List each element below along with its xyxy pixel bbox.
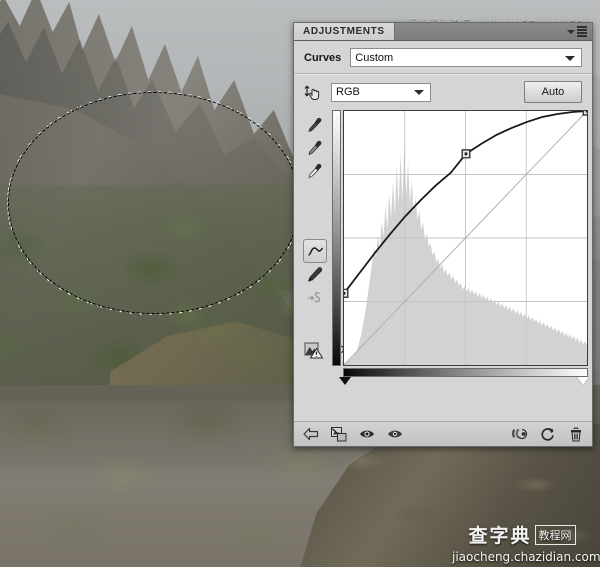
white-point-slider[interactable] bbox=[577, 377, 589, 385]
panel-titlebar: ADJUSTMENTS bbox=[294, 23, 592, 41]
input-gradient-strip bbox=[343, 368, 588, 377]
watermark-brand: 查字典 bbox=[468, 525, 532, 547]
curve-control-point-center bbox=[464, 152, 468, 156]
bottom-watermark: 查字典 教程网 jiaocheng.chazidian.com bbox=[452, 521, 600, 564]
channel-value: RGB bbox=[336, 86, 360, 98]
curve-tool-column bbox=[302, 110, 328, 310]
reset-button[interactable] bbox=[539, 426, 556, 443]
curve-icon bbox=[307, 246, 323, 256]
clipping-warning-glyph bbox=[304, 342, 324, 359]
chevron-down-icon bbox=[414, 90, 424, 95]
gray-point-eyedropper[interactable] bbox=[304, 137, 326, 159]
chevron-down-icon bbox=[565, 55, 575, 61]
back-arrow-icon bbox=[302, 427, 318, 441]
eyedropper-icon bbox=[308, 163, 322, 178]
view-previous-state-button[interactable] bbox=[511, 426, 528, 443]
black-point-eyedropper[interactable] bbox=[304, 114, 326, 136]
preset-row: Curves Custom bbox=[294, 41, 592, 73]
smooth-s-icon bbox=[308, 291, 321, 303]
preview-button[interactable] bbox=[386, 426, 403, 443]
preset-value: Custom bbox=[355, 51, 394, 64]
preset-select[interactable]: Custom bbox=[350, 48, 582, 67]
curve-editor bbox=[294, 108, 592, 385]
hamburger-icon bbox=[577, 26, 587, 37]
white-point-eyedropper[interactable] bbox=[304, 160, 326, 182]
channel-row: RGB Auto bbox=[294, 75, 592, 108]
watermark-url: jiaocheng.chazidian.com bbox=[452, 550, 600, 564]
auto-button[interactable]: Auto bbox=[524, 81, 582, 103]
tab-adjustments[interactable]: ADJUSTMENTS bbox=[294, 23, 395, 40]
return-to-adjustment-list-button[interactable] bbox=[302, 426, 319, 443]
curve-control-point-center bbox=[344, 291, 346, 295]
toggle-layer-visibility-button[interactable] bbox=[358, 426, 375, 443]
trash-icon bbox=[570, 426, 581, 442]
curve-point-tool[interactable] bbox=[303, 239, 327, 263]
panel-menu-icon[interactable] bbox=[567, 25, 589, 38]
previous-state-icon bbox=[512, 428, 528, 440]
panel-bottom-bar bbox=[294, 421, 592, 446]
eye-filled-icon bbox=[359, 430, 374, 438]
eyedropper-icon bbox=[308, 140, 322, 155]
curve-plot[interactable] bbox=[344, 111, 587, 365]
watermark-badge: 教程网 bbox=[534, 524, 576, 545]
smooth-curve-tool[interactable] bbox=[304, 287, 326, 309]
tab-adjustments-label: ADJUSTMENTS bbox=[303, 26, 385, 37]
chevron-down-icon bbox=[567, 29, 575, 34]
eye-outline-icon bbox=[387, 430, 402, 438]
reset-icon bbox=[541, 427, 554, 441]
black-point-slider[interactable] bbox=[339, 377, 351, 385]
curve-grid[interactable] bbox=[343, 110, 588, 366]
clipping-warning-icon[interactable] bbox=[304, 340, 326, 360]
curve-control-point-center bbox=[585, 111, 587, 113]
clip-to-layer-button[interactable] bbox=[330, 426, 347, 443]
pencil-icon bbox=[308, 267, 323, 282]
delete-adjustment-layer-button[interactable] bbox=[567, 426, 584, 443]
output-gradient-strip bbox=[332, 110, 341, 366]
clip-to-layer-icon bbox=[330, 426, 346, 441]
on-image-adjust-icon[interactable] bbox=[302, 82, 324, 103]
channel-select[interactable]: RGB bbox=[331, 82, 431, 102]
preset-label: Curves bbox=[304, 51, 342, 64]
adjustments-panel: ADJUSTMENTS Curves Custom RGB Auto bbox=[293, 22, 593, 447]
on-image-adjust-glyph bbox=[304, 85, 320, 100]
pencil-tool[interactable] bbox=[304, 264, 326, 286]
auto-button-label: Auto bbox=[541, 86, 565, 98]
eyedropper-icon bbox=[308, 117, 322, 132]
